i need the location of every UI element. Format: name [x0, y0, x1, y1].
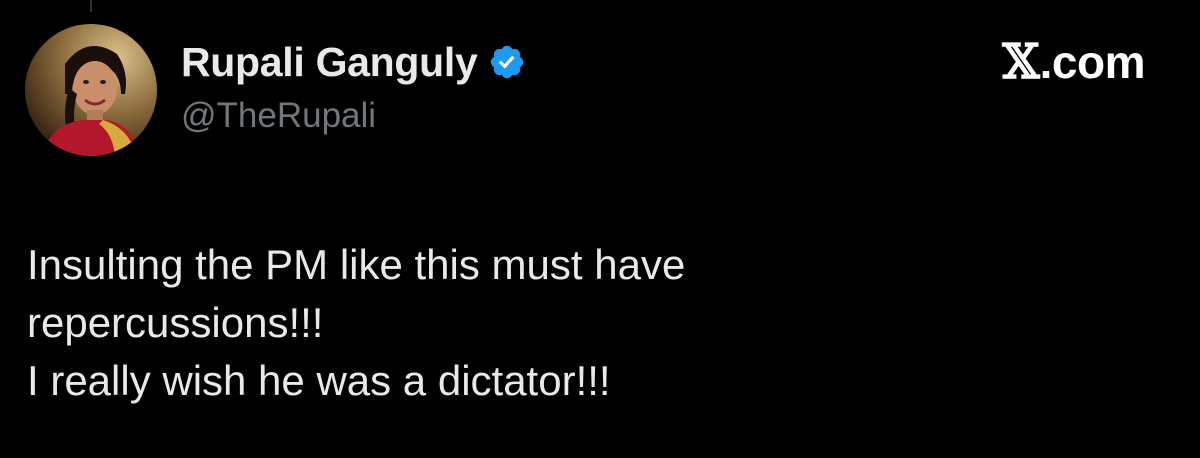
thread-connector-line [90, 0, 92, 12]
tweet-text-line: repercussions!!! [27, 299, 324, 346]
x-com-watermark: 𝕏 .com [1002, 38, 1145, 86]
author-display-name[interactable]: Rupali Ganguly [181, 39, 478, 86]
author-name-row: Rupali Ganguly [181, 38, 526, 86]
tweet-text-line: I really wish he was a dictator!!! [27, 357, 611, 404]
avatar[interactable] [25, 24, 157, 156]
brand-domain-suffix: .com [1039, 36, 1146, 88]
avatar-image [25, 24, 157, 156]
tweet-text: Insulting the PM like this must have rep… [27, 236, 1167, 410]
tweet-text-line: Insulting the PM like this must have [27, 241, 686, 288]
x-logo-icon: 𝕏 [1002, 34, 1040, 90]
author-handle[interactable]: @TheRupali [181, 96, 376, 136]
verified-badge-icon[interactable] [488, 43, 526, 81]
